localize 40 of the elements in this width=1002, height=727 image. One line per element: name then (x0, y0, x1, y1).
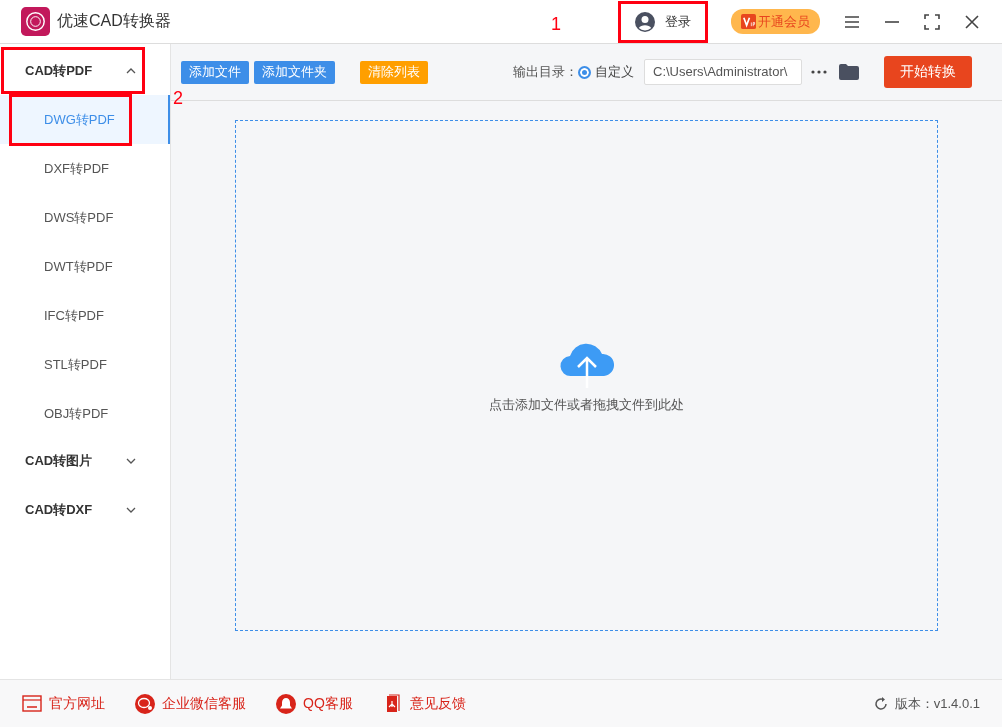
radio-button[interactable] (578, 65, 591, 79)
footer-link[interactable]: QQ客服 (276, 693, 353, 714)
sidebar-group[interactable]: CAD转PDF (4, 50, 142, 91)
radio-option[interactable]: 自定义 (578, 63, 634, 81)
sidebar-group[interactable]: CAD转DXF (4, 489, 142, 530)
callout-number: 1 (551, 14, 561, 35)
footer-link[interactable]: 意见反馈 (382, 693, 466, 714)
sidebar-item[interactable]: OBJ转PDF (0, 389, 170, 438)
chat-bubble-icon (135, 693, 155, 714)
sidebar-item[interactable]: IFC转PDF (0, 291, 170, 340)
sidebar-item[interactable]: DXF转PDF (0, 144, 170, 193)
user-icon (635, 11, 655, 32)
chevron-down-icon (126, 457, 136, 464)
output-label: 输出目录： (513, 63, 578, 81)
chevron-up-icon (126, 67, 136, 74)
start-button[interactable]: 开始转换 (884, 56, 972, 88)
version-label: 版本：v1.4.0.1 (894, 694, 980, 713)
callout-number: 2 (173, 88, 183, 109)
drop-zone[interactable]: 点击添加文件或者拖拽文件到此处 (235, 120, 938, 631)
footer-link[interactable]: 官方网址 (22, 693, 105, 714)
login-button[interactable]: 登录 (625, 7, 701, 36)
folder-icon (839, 64, 859, 80)
minimize-icon (884, 20, 900, 23)
vip-icon (741, 14, 756, 29)
sidebar-item[interactable]: DWS转PDF (0, 193, 170, 242)
path-field[interactable]: C:\Users\Administrator\ (644, 59, 802, 85)
menu-icon (844, 13, 860, 30)
drop-hint: 点击添加文件或者拖拽文件到此处 (489, 395, 684, 414)
footer-link[interactable]: 企业微信客服 (135, 693, 246, 714)
refresh-icon (872, 695, 889, 712)
window-title: 优速CAD转换器 (57, 11, 171, 31)
sidebar-item[interactable]: DWT转PDF (0, 242, 170, 291)
maximize-icon (924, 13, 940, 30)
browser-icon (22, 693, 42, 714)
chevron-down-icon (126, 506, 136, 513)
sidebar-group[interactable]: CAD转图片 (4, 440, 142, 481)
close-icon (964, 13, 980, 30)
app-logo-icon (21, 7, 50, 36)
sidebar-item[interactable]: STL转PDF (0, 340, 170, 389)
more-icon (811, 70, 827, 74)
